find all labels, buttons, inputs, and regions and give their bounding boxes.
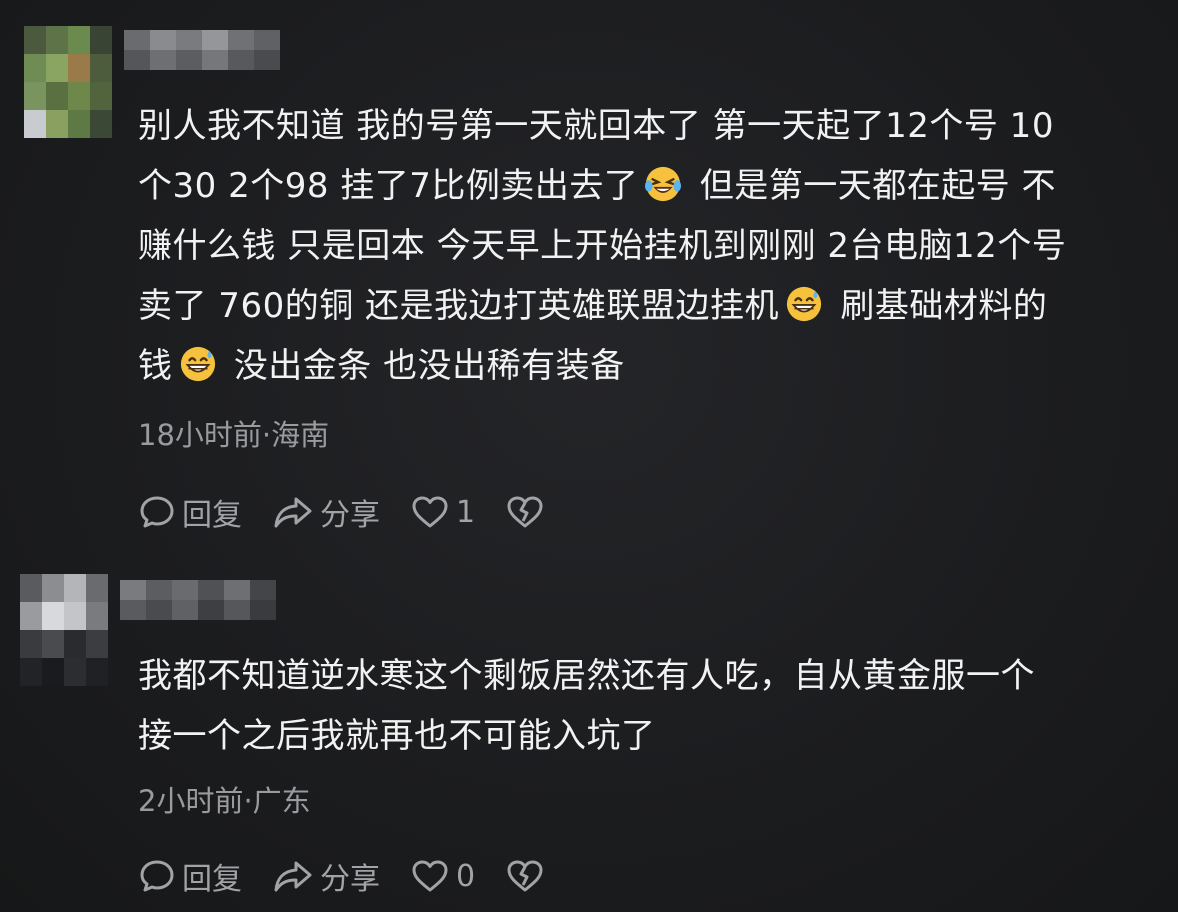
like-button[interactable]: 0: [410, 858, 475, 894]
dislike-button[interactable]: [505, 494, 545, 530]
like-count: 1: [456, 494, 476, 530]
broken-heart-icon: [507, 496, 543, 528]
comment-text: 我都不知道逆水寒这个剩饭居然还有人吃，自从黄金服一个 接一个之后我就再也不可能入…: [138, 646, 1168, 766]
avatar[interactable]: [24, 26, 112, 138]
comment-bubble-icon: [140, 496, 174, 528]
heart-icon: [412, 496, 448, 528]
comment-line: 但是第一天都在起号 不: [699, 166, 1057, 206]
comment-line: 个30 2个98 挂了7比例卖出去了: [138, 166, 639, 206]
username[interactable]: [124, 30, 280, 70]
grinning-sweat-emoji-icon: [180, 346, 215, 382]
grinning-sweat-emoji-icon: [786, 286, 822, 322]
share-label: 分享: [320, 862, 380, 897]
comment-bubble-icon: [140, 860, 174, 892]
broken-heart-icon: [507, 860, 543, 892]
heart-icon: [412, 860, 448, 892]
share-button[interactable]: 分享: [272, 854, 380, 898]
share-button[interactable]: 分享: [272, 490, 380, 534]
comment-line: 卖了 760的铜 还是我边打英雄联盟边挂机: [138, 286, 780, 326]
reply-label: 回复: [182, 498, 242, 533]
reply-label: 回复: [182, 862, 242, 897]
laughing-crying-emoji-icon: [645, 166, 682, 202]
comment-line: 没出金条 也没出稀有装备: [233, 346, 625, 386]
comment-text: 别人我不知道 我的号第一天就回本了 第一天起了12个号 10 个30 2个98 …: [138, 96, 1168, 396]
share-arrow-icon: [274, 861, 312, 892]
comment-line: 我都不知道逆水寒这个剩饭居然还有人吃，自从黄金服一个: [138, 656, 1035, 696]
username[interactable]: [120, 580, 276, 620]
comment-time-location: 18小时前·海南: [138, 418, 330, 452]
reply-button[interactable]: 回复: [138, 854, 242, 898]
comment-line: 刷基础材料的: [840, 286, 1048, 326]
share-arrow-icon: [274, 497, 312, 528]
comment-actions: 回复 分享 0: [138, 854, 575, 898]
comment-line: 接一个之后我就再也不可能入坑了: [138, 716, 656, 756]
comment-line: 赚什么钱 只是回本 今天早上开始挂机到刚刚 2台电脑12个号: [138, 226, 1067, 266]
like-count: 0: [456, 858, 476, 894]
comment-line: 钱: [138, 346, 173, 386]
avatar[interactable]: [20, 574, 108, 686]
share-label: 分享: [320, 498, 380, 533]
reply-button[interactable]: 回复: [138, 490, 242, 534]
like-button[interactable]: 1: [410, 494, 475, 530]
comment-time-location: 2小时前·广东: [138, 784, 311, 818]
dislike-button[interactable]: [505, 858, 545, 894]
comment-line: 别人我不知道 我的号第一天就回本了 第一天起了12个号 10: [138, 106, 1054, 146]
comment-list: 别人我不知道 我的号第一天就回本了 第一天起了12个号 10 个30 2个98 …: [0, 0, 1178, 912]
comment-actions: 回复 分享 1: [138, 490, 575, 534]
